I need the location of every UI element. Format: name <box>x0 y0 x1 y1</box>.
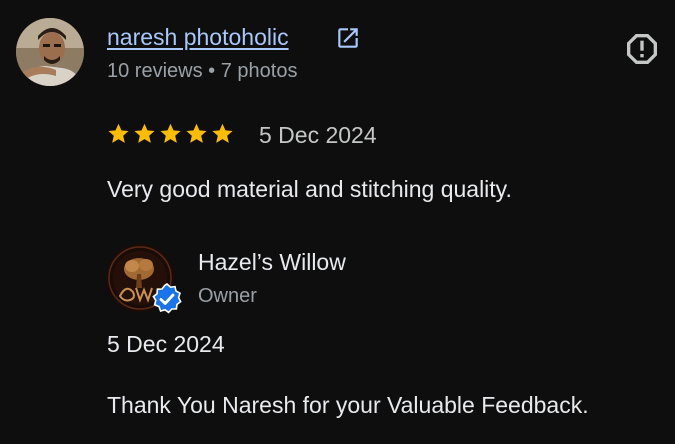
reviewer-name-link[interactable]: naresh photoholic <box>107 22 289 52</box>
review-date: 5 Dec 2024 <box>259 122 377 148</box>
star-icon <box>134 123 155 143</box>
star-icon <box>212 123 233 143</box>
reviewer-stats: 10 reviews • 7 photos <box>107 60 298 82</box>
verified-check-icon <box>152 283 182 314</box>
report-icon[interactable] <box>622 29 662 69</box>
star-icon <box>186 123 207 143</box>
review-text: Very good material and stitching quality… <box>107 176 512 202</box>
star-icon <box>160 123 181 143</box>
owner-name: Hazel’s Willow <box>198 249 346 275</box>
external-link-icon[interactable] <box>335 25 361 51</box>
reviewer-avatar[interactable] <box>16 18 84 86</box>
star-rating <box>107 122 234 148</box>
user-photo-avatar-icon <box>16 18 84 86</box>
reply-text: Thank You Naresh for your Valuable Feedb… <box>107 392 589 418</box>
reply-date: 5 Dec 2024 <box>107 331 225 357</box>
owner-role-label: Owner <box>198 285 257 307</box>
star-icon <box>108 123 129 143</box>
